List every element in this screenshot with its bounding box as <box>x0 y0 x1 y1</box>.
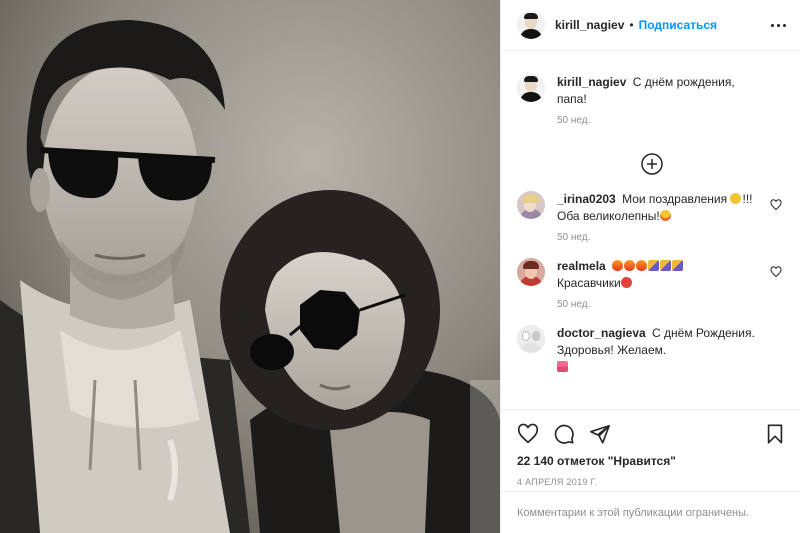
like-button[interactable] <box>517 423 539 445</box>
comments-limited-notice: Комментарии к этой публикации ограничены… <box>501 491 800 533</box>
paper-plane-icon <box>590 424 610 444</box>
comment-time[interactable]: 50 нед. <box>557 299 764 311</box>
post-photo[interactable] <box>0 0 500 533</box>
comment-item: realmela Красавчики 50 нед. <box>517 258 786 311</box>
caption-avatar[interactable] <box>517 74 545 102</box>
load-more-comments-button[interactable] <box>517 151 786 177</box>
more-options-icon[interactable] <box>771 23 786 27</box>
instagram-post: kirill_nagiev • Подписаться kirill_nagie… <box>0 0 800 533</box>
comments-list: kirill_nagiev С днём рождения, папа! 50 … <box>501 52 800 409</box>
comment-item: doctor_nagieva С днём Рождения. Здоровья… <box>517 325 786 376</box>
share-button[interactable] <box>589 423 611 445</box>
party-popper-emoji-icon <box>648 260 660 271</box>
comment-username[interactable]: doctor_nagieva <box>557 326 646 340</box>
author-username[interactable]: kirill_nagiev <box>555 18 624 32</box>
post-sidebar: kirill_nagiev • Подписаться kirill_nagie… <box>500 0 800 533</box>
star-struck-emoji-icon <box>659 210 671 221</box>
caption-username[interactable]: kirill_nagiev <box>557 75 626 89</box>
comment-text: Красавчики <box>557 276 621 290</box>
post-date[interactable]: 4 АПРЕЛЯ 2019 Г. <box>517 477 786 487</box>
comment-button[interactable] <box>553 423 575 445</box>
follow-button[interactable]: Подписаться <box>639 18 717 32</box>
author-avatar[interactable] <box>517 11 545 39</box>
comment-username[interactable]: realmela <box>557 259 606 273</box>
birthday-cake-emoji-icon <box>557 361 568 372</box>
comment-time[interactable]: 50 нед. <box>557 232 764 244</box>
comment-like-heart-icon[interactable] <box>770 199 782 211</box>
comment-username[interactable]: _irina0203 <box>557 192 616 206</box>
party-popper-emoji-icon <box>672 260 684 271</box>
plus-circle-icon <box>640 153 663 175</box>
save-button[interactable] <box>764 423 786 445</box>
likes-count[interactable]: 22 140 отметок "Нравится" <box>517 454 786 468</box>
action-bar: 22 140 отметок "Нравится" 4 АПРЕЛЯ 2019 … <box>501 409 800 487</box>
header-separator: • <box>629 18 634 32</box>
comment-bubble-icon <box>554 424 574 444</box>
fire-emoji-icon <box>612 260 624 271</box>
heart-icon <box>517 423 539 444</box>
comment-avatar[interactable] <box>517 325 545 353</box>
caption-time[interactable]: 50 нед. <box>557 115 764 127</box>
bookmark-icon <box>767 424 783 444</box>
comment-item: _irina0203 Мои поздравления !!! Оба вели… <box>517 191 786 244</box>
photo-illustration <box>0 0 500 533</box>
comment-like-heart-icon[interactable] <box>770 266 782 278</box>
comment-avatar[interactable] <box>517 258 545 286</box>
caption: kirill_nagiev С днём рождения, папа! 50 … <box>517 74 786 127</box>
fire-emoji-icon <box>624 260 636 271</box>
balloon-emoji-icon <box>620 277 632 288</box>
post-header: kirill_nagiev • Подписаться <box>501 0 800 51</box>
party-face-emoji-icon <box>730 193 742 204</box>
comment-avatar[interactable] <box>517 191 545 219</box>
fire-emoji-icon <box>636 260 648 271</box>
comment-text-start: Мои поздравления <box>622 192 728 206</box>
party-popper-emoji-icon <box>660 260 672 271</box>
